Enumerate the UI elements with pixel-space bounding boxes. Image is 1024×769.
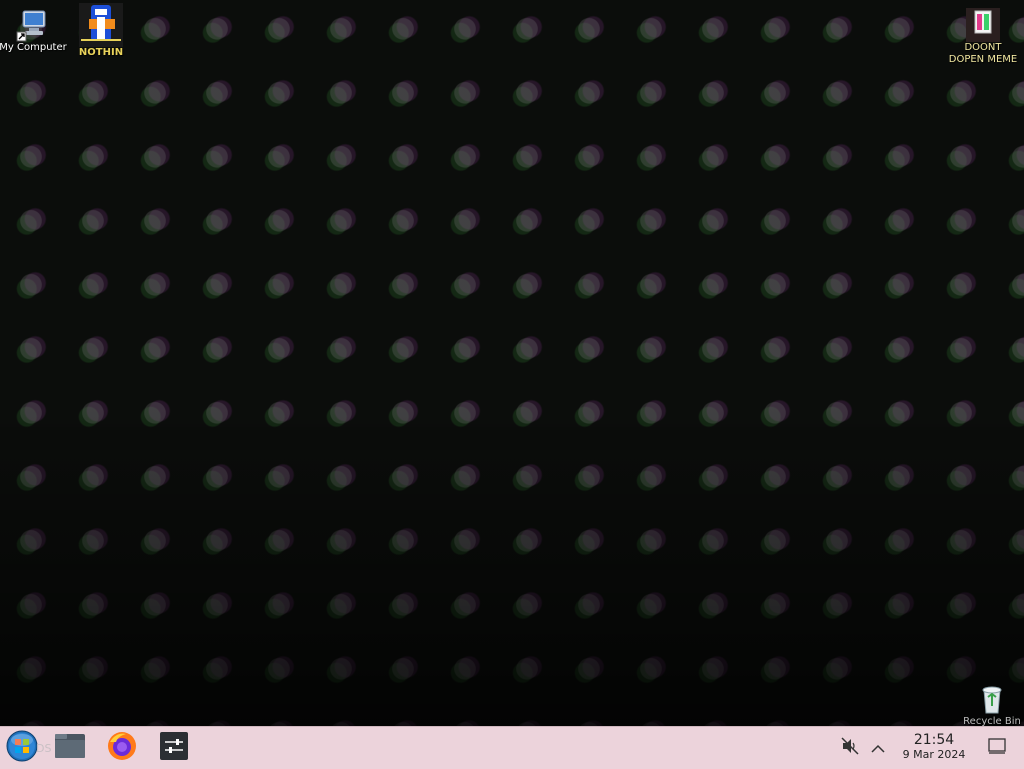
clock-date: 9 Mar 2024: [902, 748, 966, 761]
recycle-bin-label: Recycle Bin: [963, 716, 1021, 726]
file-manager-button[interactable]: [52, 731, 88, 765]
clock-time: 21:54: [913, 732, 955, 748]
chevron-up-icon: [871, 739, 885, 758]
mixer-icon: [159, 731, 189, 765]
firefox-icon: [106, 730, 138, 766]
windows-orb-icon: [6, 730, 38, 766]
nothin-label: NOTHIN: [78, 47, 124, 58]
start-ghost-text: DS: [36, 742, 52, 755]
my-computer-label: My Computer: [0, 42, 67, 53]
show-desktop-icon: [988, 738, 1006, 758]
computer-icon: [16, 8, 50, 42]
nothin-app-icon: [79, 3, 123, 47]
firefox-button[interactable]: [104, 731, 140, 765]
volume-button[interactable]: [836, 731, 864, 765]
desktop-wallpaper: My Computer NOTHIN DOONT DOPEN MEME Recy…: [0, 0, 1024, 726]
mixer-button[interactable]: [156, 731, 192, 765]
recycle-bin-icon: [975, 682, 1009, 716]
recycle-bin-desktop-icon[interactable]: Recycle Bin: [960, 682, 1024, 726]
my-computer-desktop-icon[interactable]: My Computer: [0, 8, 67, 53]
document-icon: [966, 8, 1000, 42]
dont-open-meme-label: DOONT DOPEN MEME: [948, 42, 1018, 65]
folder-icon: [54, 732, 86, 764]
nothin-desktop-icon[interactable]: NOTHIN: [70, 3, 132, 58]
taskbar: DS 21:54 9 Mar 2024: [0, 726, 1024, 769]
clock[interactable]: 21:54 9 Mar 2024: [896, 732, 972, 762]
show-desktop-button[interactable]: [982, 731, 1012, 765]
volume-muted-icon: [840, 736, 860, 760]
show-hidden-icons-button[interactable]: [866, 731, 890, 765]
dont-open-meme-desktop-icon[interactable]: DOONT DOPEN MEME: [948, 8, 1018, 66]
